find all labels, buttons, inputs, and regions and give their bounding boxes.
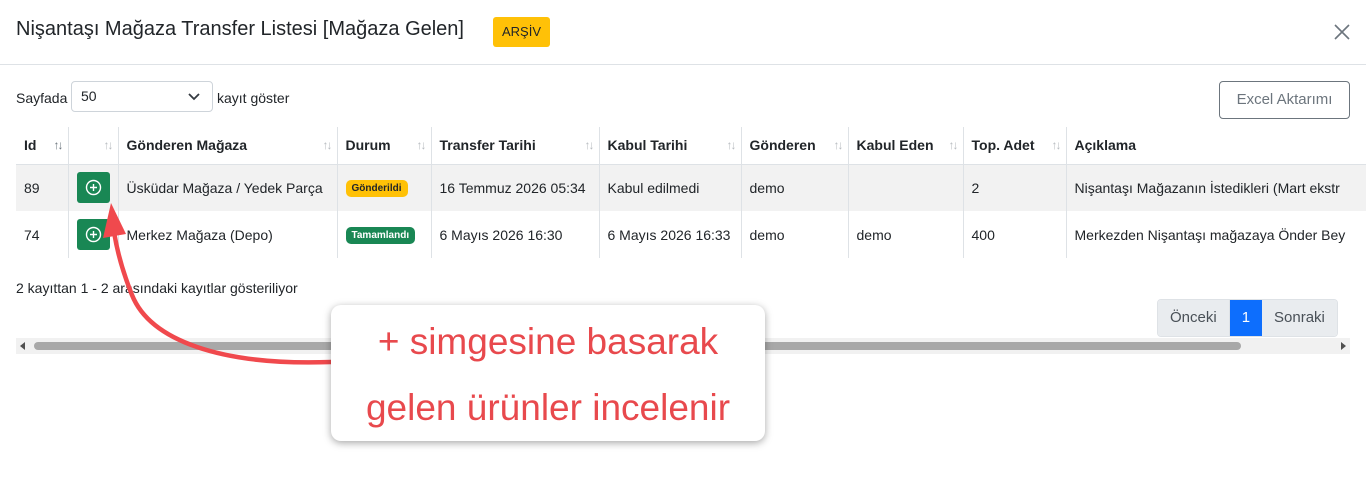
column-header-description[interactable]: Açıklama bbox=[1066, 127, 1366, 165]
cell-accept-date: Kabul edilmedi bbox=[599, 164, 742, 211]
cell-from-store: Merkez Mağaza (Depo) bbox=[118, 211, 338, 258]
cell-description: Nişantaşı Mağazanın İstedikleri (Mart ek… bbox=[1066, 164, 1366, 211]
column-header-receiver[interactable]: Kabul Eden ↑↓ bbox=[848, 127, 964, 165]
sort-arrows-icon: ↑↓ bbox=[726, 138, 737, 152]
table-header-row: Id ↑↓ ↑↓ Gönderen Mağaza ↑↓ Durum ↑↓ Transf… bbox=[16, 127, 1366, 165]
column-header-sender[interactable]: Gönderen ↑↓ bbox=[741, 127, 849, 165]
scroll-left-icon[interactable] bbox=[20, 342, 25, 350]
table-row: 89 Üsküdar Mağaza / Yedek Parça Gönderil… bbox=[16, 164, 1366, 211]
page-length-value: 50 bbox=[81, 88, 97, 104]
cell-expand bbox=[68, 211, 119, 258]
sort-arrows-icon: ↑↓ bbox=[948, 138, 959, 152]
annotation-line-2: gelen ürünler incelenir bbox=[365, 387, 731, 428]
cell-sender: demo bbox=[741, 164, 849, 211]
pagination-prev-button[interactable]: Önceki bbox=[1158, 300, 1230, 336]
pagination-page-1[interactable]: 1 bbox=[1229, 300, 1263, 336]
table-row: 74 Merkez Mağaza (Depo) Tamamlandı 6 May… bbox=[16, 211, 1366, 258]
column-header-from-store[interactable]: Gönderen Mağaza ↑↓ bbox=[118, 127, 338, 165]
cell-receiver: demo bbox=[848, 211, 964, 258]
status-badge: Gönderildi bbox=[345, 180, 408, 198]
annotation-line-1: + simgesine basarak bbox=[377, 321, 719, 362]
expand-details-button[interactable] bbox=[76, 172, 110, 204]
column-header-total[interactable]: Top. Adet ↑↓ bbox=[963, 127, 1067, 165]
cell-status: Tamamlandı bbox=[337, 211, 432, 258]
column-header-status[interactable]: Durum ↑↓ bbox=[337, 127, 432, 165]
scroll-right-icon[interactable] bbox=[1341, 342, 1346, 350]
cell-id: 74 bbox=[16, 211, 69, 258]
sort-arrows-icon: ↑↓ bbox=[53, 138, 64, 152]
length-prefix: Sayfada bbox=[16, 90, 68, 106]
excel-export-button[interactable]: Excel Aktarımı bbox=[1219, 81, 1350, 119]
sort-arrows-icon: ↑↓ bbox=[584, 138, 595, 152]
column-header-transfer-date[interactable]: Transfer Tarihi ↑↓ bbox=[431, 127, 600, 165]
modal-title: Nişantaşı Mağaza Transfer Listesi [Mağaz… bbox=[16, 18, 464, 40]
table-info: 2 kayıttan 1 - 2 arasındaki kayıtlar gös… bbox=[16, 280, 298, 296]
status-badge: Tamamlandı bbox=[345, 227, 416, 244]
sort-arrows-icon: ↑↓ bbox=[833, 138, 844, 152]
close-button[interactable] bbox=[1330, 20, 1354, 44]
cell-transfer-date: 16 Temmuz 2026 05:34 bbox=[431, 164, 600, 211]
pagination: Önceki 1 Sonraki bbox=[1157, 299, 1338, 337]
cell-sender: demo bbox=[741, 211, 849, 258]
cell-expand bbox=[68, 164, 119, 211]
modal-header: Nişantaşı Mağaza Transfer Listesi [Mağaz… bbox=[0, 0, 1366, 65]
plus-circle-icon bbox=[85, 226, 101, 243]
cell-status: Gönderildi bbox=[337, 164, 432, 211]
cell-receiver bbox=[848, 164, 964, 211]
column-header-id[interactable]: Id ↑↓ bbox=[16, 127, 69, 165]
cell-total: 2 bbox=[963, 164, 1067, 211]
column-header-expand[interactable]: ↑↓ bbox=[68, 127, 119, 165]
plus-circle-icon bbox=[85, 180, 101, 196]
cell-accept-date: 6 Mayıs 2026 16:33 bbox=[599, 211, 742, 258]
close-icon bbox=[1334, 24, 1350, 40]
cell-transfer-date: 6 Mayıs 2026 16:30 bbox=[431, 211, 600, 258]
sort-arrows-icon: ↑↓ bbox=[103, 138, 114, 152]
chevron-down-icon bbox=[188, 93, 200, 101]
sort-arrows-icon: ↑↓ bbox=[1051, 138, 1062, 152]
transfer-table: Id ↑↓ ↑↓ Gönderen Mağaza ↑↓ Durum ↑↓ Transf… bbox=[16, 127, 1366, 258]
archive-badge: ARŞİV bbox=[493, 17, 551, 47]
column-header-accept-date[interactable]: Kabul Tarihi ↑↓ bbox=[599, 127, 742, 165]
cell-total: 400 bbox=[963, 211, 1067, 258]
page-length-select[interactable]: 50 bbox=[71, 81, 213, 112]
length-suffix: kayıt göster bbox=[217, 90, 290, 106]
sort-arrows-icon: ↑↓ bbox=[416, 138, 427, 152]
cell-from-store: Üsküdar Mağaza / Yedek Parça bbox=[118, 164, 338, 211]
cell-id: 89 bbox=[16, 164, 69, 211]
pagination-next-button[interactable]: Sonraki bbox=[1262, 300, 1337, 336]
expand-details-button[interactable] bbox=[76, 219, 110, 250]
sort-arrows-icon: ↑↓ bbox=[322, 138, 333, 152]
annotation-callout: + simgesine basarak gelen ürünler incele… bbox=[331, 305, 765, 441]
cell-description: Merkezden Nişantaşı mağazaya Önder Bey bbox=[1074, 226, 1346, 243]
